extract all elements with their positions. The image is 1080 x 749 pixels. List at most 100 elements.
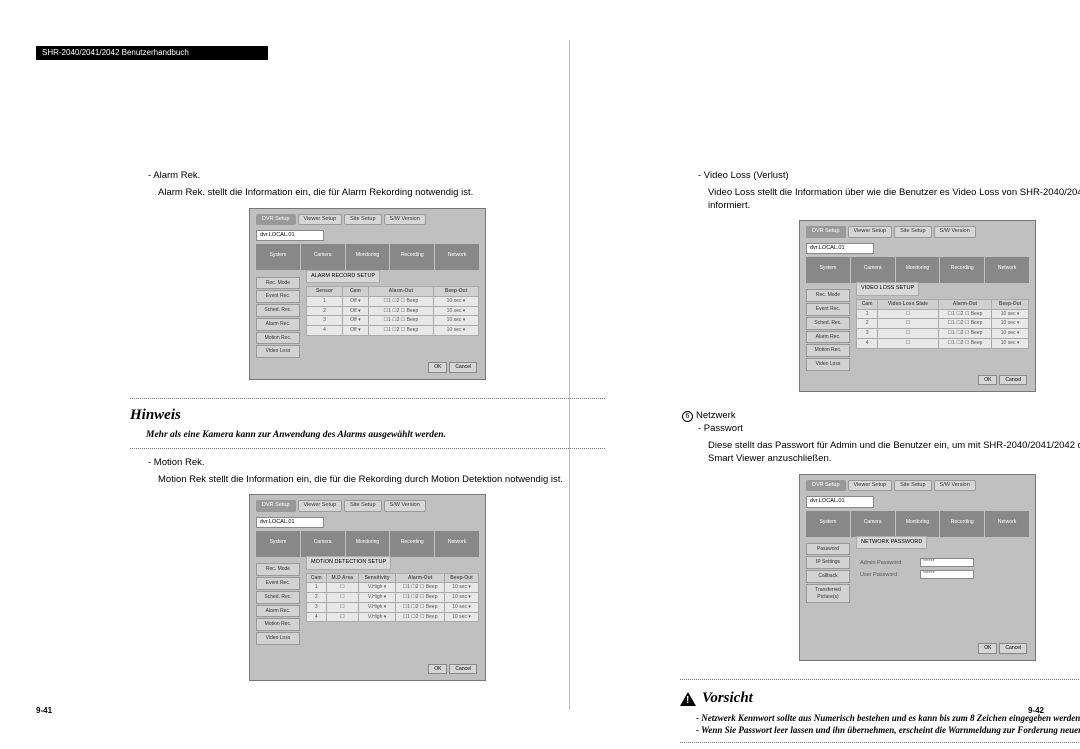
user-pw-field: ******	[920, 570, 974, 579]
nav-system: System	[256, 244, 300, 270]
ok-button: OK	[428, 664, 447, 675]
col-md-area: M.D Area	[326, 573, 359, 583]
tab-site-setup: Site Setup	[894, 480, 931, 491]
side-motion-rec: Motion Rec.	[806, 344, 850, 357]
dvr-select: dvr.LOCAL.01	[806, 243, 874, 254]
nav-network: Network	[435, 244, 479, 270]
side-alarm-rec: Alarm Rec.	[256, 605, 300, 618]
side-sched-rec: Sched. Rec.	[256, 591, 300, 604]
side-rec-mode: Rec. Mode	[256, 277, 300, 290]
alarm-rek-title: - Alarm Rek.	[148, 170, 605, 183]
ok-button: OK	[978, 375, 997, 386]
tab-site-setup: Site Setup	[344, 214, 381, 225]
caution-item-2: - Wenn Sie Passwort leer lassen und ihn …	[696, 724, 1080, 736]
passwort-title: - Passwort	[698, 423, 1080, 436]
nav-system: System	[806, 511, 850, 537]
tab-site-setup: Site Setup	[894, 226, 931, 237]
side-video-loss: Video Loss	[256, 632, 300, 645]
tab-site-setup: Site Setup	[344, 500, 381, 511]
side-transferred: Transferred Picture(s)	[806, 584, 850, 604]
side-video-loss: Video Loss	[256, 345, 300, 358]
side-sched-rec: Sched. Rec.	[806, 317, 850, 330]
tab-viewer-setup: Viewer Setup	[298, 500, 343, 511]
nav-camera: Camera	[851, 257, 895, 283]
ok-button: OK	[428, 362, 447, 373]
left-page: - Alarm Rek. Alarm Rek. stellt die Infor…	[130, 170, 605, 699]
motion-rek-desc: Motion Rek stellt die Information ein, d…	[158, 474, 605, 487]
side-event-rec: Event Rec.	[256, 290, 300, 303]
col-vl-state: Video Loss State	[878, 299, 939, 309]
motion-setup-title: MOTION DETECTION SETUP	[306, 556, 391, 569]
nav-camera: Camera	[851, 511, 895, 537]
page-number-right: 9-42	[1028, 706, 1044, 715]
videoloss-title: - Video Loss (Verlust)	[698, 170, 1080, 183]
tab-dvr-setup: DVR Setup	[256, 214, 296, 225]
nav-system: System	[806, 257, 850, 283]
dvr-select: dvr.LOCAL.01	[806, 496, 874, 507]
divider-dotted	[680, 742, 1080, 743]
page-number-left: 9-41	[36, 706, 52, 715]
nav-network: Network	[985, 511, 1029, 537]
tab-sw-version: S/W Version	[934, 226, 976, 237]
videoloss-desc: Video Loss stellt die Information über w…	[708, 187, 1080, 213]
admin-pw-field: ******	[920, 558, 974, 567]
side-motion-rec: Motion Rec.	[256, 332, 300, 345]
cancel-button: Cancel	[449, 362, 477, 373]
right-page: - Video Loss (Verlust) Video Loss stellt…	[680, 170, 1080, 749]
side-alarm-rec: Alarm Rec.	[256, 318, 300, 331]
tab-sw-version: S/W Version	[384, 500, 426, 511]
tab-sw-version: S/W Version	[384, 214, 426, 225]
videoloss-screenshot: DVR Setup Viewer Setup Site Setup S/W Ve…	[799, 220, 1036, 392]
warning-icon	[680, 692, 696, 706]
alarm-rek-desc: Alarm Rek. stellt die Information ein, d…	[158, 187, 605, 200]
col-beep-out: Beep-Out	[992, 299, 1029, 309]
nav-system: System	[256, 531, 300, 557]
motion-detection-screenshot: DVR Setup Viewer Setup Site Setup S/W Ve…	[249, 494, 486, 681]
netzwerk-label: Netzwerk	[696, 410, 736, 421]
nav-recording: Recording	[940, 257, 984, 283]
nav-camera: Camera	[301, 244, 345, 270]
hinweis-body: Mehr als eine Kamera kann zur Anwendung …	[146, 429, 605, 442]
ok-button: OK	[978, 643, 997, 654]
side-sched-rec: Sched. Rec.	[256, 304, 300, 317]
col-alarm-out: Alarm-Out	[368, 287, 433, 297]
side-password: Password	[806, 543, 850, 556]
nav-monitoring: Monitoring	[896, 257, 940, 283]
divider-dotted	[130, 398, 605, 399]
side-motion-rec: Motion Rec.	[256, 618, 300, 631]
col-sensor: Sensor	[307, 287, 343, 297]
videoloss-setup-title: VIDEO LOSS SETUP	[856, 282, 919, 295]
videoloss-setup-table: Cam Video Loss State Alarm-Out Beep-Out …	[856, 299, 1029, 349]
tab-dvr-setup: DVR Setup	[806, 226, 846, 237]
tab-dvr-setup: DVR Setup	[256, 500, 296, 511]
side-rec-mode: Rec. Mode	[256, 563, 300, 576]
nav-recording: Recording	[390, 531, 434, 557]
step-number: 6	[682, 411, 693, 422]
divider-dotted	[680, 679, 1080, 680]
nav-recording: Recording	[390, 244, 434, 270]
tab-viewer-setup: Viewer Setup	[848, 480, 893, 491]
nav-monitoring: Monitoring	[346, 531, 390, 557]
tab-viewer-setup: Viewer Setup	[848, 226, 893, 237]
dvr-select: dvr.LOCAL.01	[256, 517, 324, 528]
user-pw-label: User Password	[860, 572, 920, 579]
passwort-desc: Diese stellt das Passwort für Admin und …	[708, 440, 1080, 466]
tab-sw-version: S/W Version	[934, 480, 976, 491]
side-event-rec: Event Rec.	[806, 303, 850, 316]
col-cam: Cam	[342, 287, 368, 297]
network-password-screenshot: DVR Setup Viewer Setup Site Setup S/W Ve…	[799, 474, 1036, 661]
motion-rek-title: - Motion Rek.	[148, 457, 605, 470]
nav-network: Network	[435, 531, 479, 557]
caution-item-1: - Netzwerk Kennwort sollte aus Numerisch…	[696, 712, 1080, 724]
divider-dotted	[130, 448, 605, 449]
alarm-setup-title: ALARM RECORD SETUP	[306, 270, 380, 283]
col-beep-out: Beep-Out	[434, 287, 479, 297]
motion-setup-table: Cam M.D Area Sensitivity Alarm-Out Beep-…	[306, 573, 479, 623]
nav-monitoring: Monitoring	[346, 244, 390, 270]
nav-network: Network	[985, 257, 1029, 283]
side-video-loss: Video Loss	[806, 358, 850, 371]
alarm-record-screenshot: DVR Setup Viewer Setup Site Setup S/W Ve…	[249, 208, 486, 380]
col-beep-out: Beep-Out	[445, 573, 479, 583]
dvr-select: dvr.LOCAL.01	[256, 230, 324, 241]
nav-monitoring: Monitoring	[896, 511, 940, 537]
